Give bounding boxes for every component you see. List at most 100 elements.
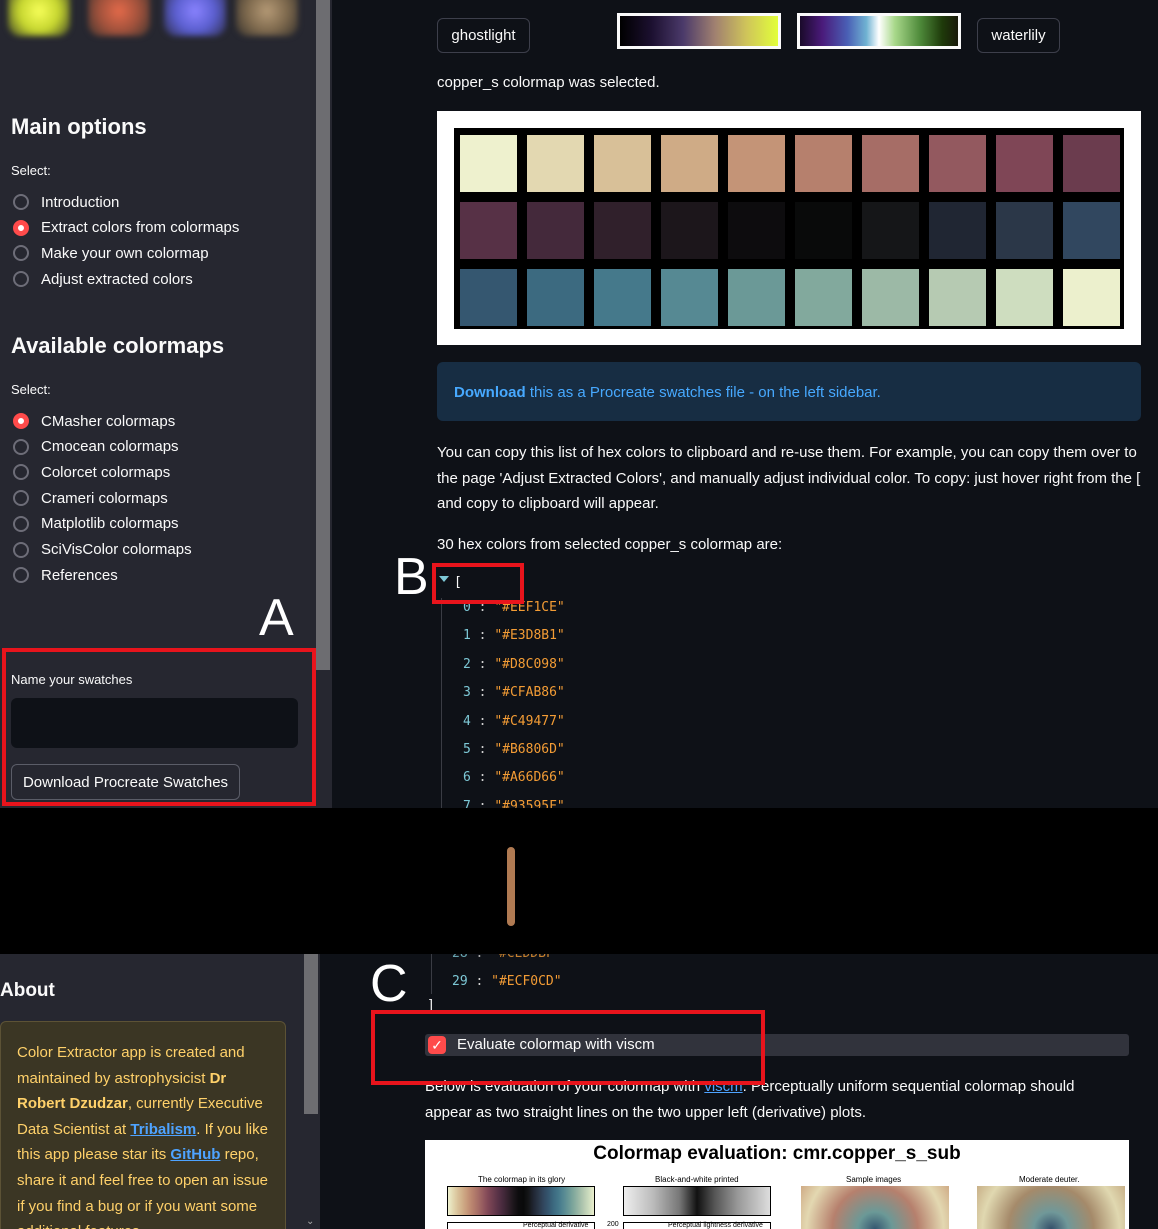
color-swatch xyxy=(795,135,852,192)
json-row: 2 : "#D8C098" xyxy=(463,656,565,672)
color-swatch xyxy=(527,269,584,326)
radio-option-label: SciVisColor colormaps xyxy=(41,541,192,558)
json-row: 4 : "#C49477" xyxy=(463,713,565,729)
derivative-plot-label: Perceptual derivative xyxy=(523,1222,589,1229)
radio-option[interactable]: Crameri colormaps xyxy=(13,487,168,509)
annotation-letter-c: C xyxy=(370,955,408,1013)
info-alert: Download this as a Procreate swatches fi… xyxy=(437,362,1141,421)
radio-option[interactable]: Adjust extracted colors xyxy=(13,268,193,290)
radio-option[interactable]: References xyxy=(13,564,118,586)
annotation-box-a xyxy=(2,648,316,806)
color-swatch xyxy=(594,202,651,259)
radio-option[interactable]: SciVisColor colormaps xyxy=(13,539,192,561)
eval-figure-title: Colormap evaluation: cmr.copper_s_sub xyxy=(593,1143,961,1164)
radio-empty-icon[interactable] xyxy=(13,438,29,455)
annotation-box-c xyxy=(371,1010,765,1085)
copy-instructions: You can copy this list of hex colors to … xyxy=(437,444,1141,513)
colormap-bw-bar xyxy=(623,1186,771,1216)
radio-option-label: Extract colors from colormaps xyxy=(41,219,240,237)
radio-option[interactable]: Colorcet colormaps xyxy=(13,461,170,483)
lightness-plot-label: Perceptual lightness derivative xyxy=(668,1222,763,1229)
radio-option[interactable]: Introduction xyxy=(13,191,119,213)
about-info-box: Color Extractor app is created and maint… xyxy=(0,1021,286,1229)
radio-option[interactable]: Cmocean colormaps xyxy=(13,436,179,458)
color-swatch xyxy=(460,135,517,192)
color-swatch xyxy=(929,202,986,259)
color-swatch xyxy=(862,202,919,259)
radio-empty-icon[interactable] xyxy=(13,271,29,288)
annotation-letter-b: B xyxy=(394,548,429,606)
colormaps-title: Available colormaps xyxy=(11,333,225,358)
json-indent-guide xyxy=(441,598,442,808)
radio-empty-icon[interactable] xyxy=(13,464,29,481)
main-select-label: Select: xyxy=(11,163,51,178)
logo-blob-blue xyxy=(164,0,226,36)
info-alert-rest: this as a Procreate swatches file - on t… xyxy=(525,384,881,401)
color-swatch xyxy=(996,269,1053,326)
color-swatch xyxy=(1063,202,1120,259)
swatch-grid-svg xyxy=(460,135,1120,326)
swatch-preview-frame xyxy=(437,111,1141,345)
logo-blob-red xyxy=(88,0,150,36)
radio-option[interactable]: CMasher colormaps xyxy=(13,410,175,432)
info-alert-text: Download this as a Procreate swatches fi… xyxy=(454,384,881,401)
json-row: 7 : "#93595F" xyxy=(463,798,565,808)
colormap-glory-bar xyxy=(447,1186,595,1216)
sample-image xyxy=(801,1186,949,1229)
radio-option-label: Adjust extracted colors xyxy=(41,270,193,288)
radio-option-label: CMasher colormaps xyxy=(41,412,176,430)
color-swatch xyxy=(929,269,986,326)
sidebar-lower-scrollbar-thumb[interactable] xyxy=(304,954,318,1114)
scroll-gap-band xyxy=(0,808,1158,954)
hex-heading: 30 hex colors from selected copper_s col… xyxy=(437,536,783,553)
radio-selected-icon[interactable] xyxy=(13,413,29,429)
ghostlight-gradient[interactable] xyxy=(617,13,781,49)
radio-option-label: References xyxy=(41,566,118,584)
color-swatch xyxy=(929,135,986,192)
radio-selected-icon[interactable] xyxy=(13,219,29,236)
annotation-box-b xyxy=(432,563,524,604)
color-swatch xyxy=(661,202,718,259)
color-swatch xyxy=(728,202,785,259)
waterlily-button[interactable]: waterlily xyxy=(977,18,1060,53)
radio-empty-icon[interactable] xyxy=(13,194,29,210)
json-row: 5 : "#B6806D" xyxy=(463,742,565,757)
radio-option[interactable]: Make your own colormap xyxy=(13,242,209,264)
panel-title: Sample images xyxy=(846,1175,902,1184)
radio-empty-icon[interactable] xyxy=(13,490,29,507)
radio-empty-icon[interactable] xyxy=(13,245,29,262)
sidebar-scrollbar-thumb[interactable] xyxy=(316,0,330,670)
selected-colormap-text: copper_s colormap was selected. xyxy=(437,74,660,91)
axis-tick-label: 200 xyxy=(607,1221,619,1228)
color-swatch xyxy=(661,135,718,192)
radio-option[interactable]: Matplotlib colormaps xyxy=(13,513,179,535)
color-swatch xyxy=(996,135,1053,192)
radio-option[interactable]: Extract colors from colormaps xyxy=(13,217,239,239)
json-indent-guide-lower xyxy=(431,954,432,994)
info-alert-bold: Download xyxy=(454,384,526,401)
tribalism-link[interactable]: Tribalism xyxy=(130,1121,196,1138)
ghostlight-button[interactable]: ghostlight xyxy=(437,18,530,53)
github-link[interactable]: GitHub xyxy=(170,1146,220,1163)
radio-empty-icon[interactable] xyxy=(13,515,29,532)
color-swatch xyxy=(795,269,852,326)
sidebar-lower-scrollbar[interactable]: ⌄ xyxy=(302,954,320,1229)
radio-option-label: Crameri colormaps xyxy=(41,489,168,507)
waterlily-gradient[interactable] xyxy=(797,13,961,49)
radio-option-label: Matplotlib colormaps xyxy=(41,515,179,533)
radio-empty-icon[interactable] xyxy=(13,541,29,558)
color-swatch xyxy=(594,269,651,326)
radio-option-label: Make your own colormap xyxy=(41,244,209,262)
radio-empty-icon[interactable] xyxy=(13,567,29,584)
radio-option-label: Cmocean colormaps xyxy=(41,438,179,456)
color-swatch xyxy=(795,202,852,259)
scroll-down-chevron-icon[interactable]: ⌄ xyxy=(306,1216,314,1227)
json-row: 3 : "#CFAB86" xyxy=(463,685,565,701)
top-screenshot: Main options Select: Introduction Extract… xyxy=(0,0,1158,808)
radio-option-label: Introduction xyxy=(41,193,120,211)
sidebar-scrollbar[interactable] xyxy=(314,0,332,808)
color-swatch xyxy=(460,269,517,326)
main-options-title: Main options xyxy=(11,114,147,139)
color-swatch xyxy=(527,135,584,192)
color-swatch xyxy=(1063,269,1120,326)
